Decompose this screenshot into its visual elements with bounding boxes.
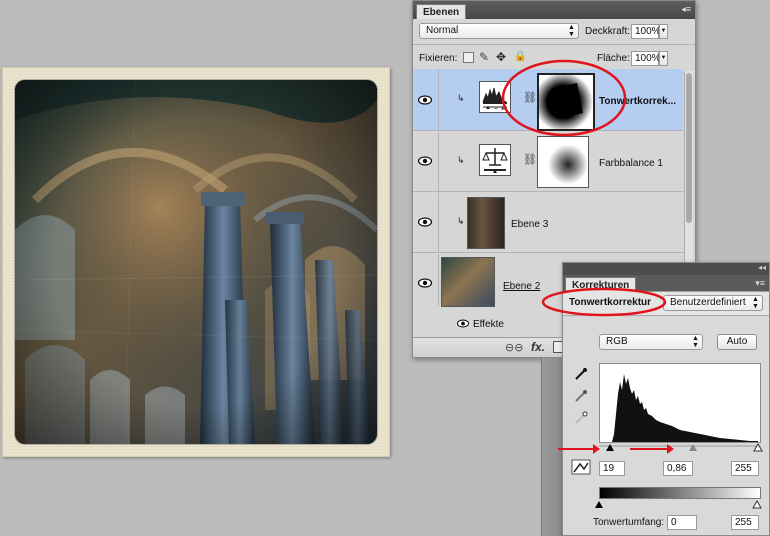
layer-thumbnail-texture[interactable] xyxy=(467,197,505,249)
mask-thumbnail[interactable] xyxy=(537,73,595,131)
layer-thumbnail-photo[interactable] xyxy=(441,257,495,307)
background-strip xyxy=(541,358,563,536)
eye-icon[interactable] xyxy=(418,95,432,105)
annotation-arrow-gamma xyxy=(630,444,674,454)
layer-name[interactable]: Farbbalance 1 xyxy=(599,158,663,169)
clip-arrow-icon: ↳ xyxy=(457,155,465,165)
layer-name[interactable]: Tonwertkorrek... xyxy=(599,96,676,107)
tab-ebenen[interactable]: Ebenen xyxy=(416,4,467,19)
effects-eye-icon[interactable] xyxy=(457,319,469,328)
collapse-icon[interactable]: ◂◂ xyxy=(758,263,766,273)
opacity-field[interactable]: 100% ▼ xyxy=(631,24,668,39)
layer-name[interactable]: Ebene 3 xyxy=(511,219,548,230)
white-eyedropper-icon[interactable] xyxy=(574,411,588,425)
blend-mode-value: Normal xyxy=(426,25,459,36)
lock-brush-icon[interactable]: ✎ xyxy=(479,50,489,64)
visibility-cell[interactable] xyxy=(413,254,439,306)
channel-value: RGB xyxy=(606,336,628,347)
preset-select[interactable]: Benutzerdefiniert ▲ ▼ xyxy=(663,295,763,311)
eye-icon[interactable] xyxy=(418,278,432,288)
panel-menu-icon[interactable]: ▾≡ xyxy=(755,278,765,289)
output-white-field[interactable]: 255 xyxy=(731,515,759,530)
cathedral-photo[interactable] xyxy=(15,80,377,444)
clipping-preview-icon[interactable] xyxy=(571,459,591,475)
fill-field[interactable]: 100% ▼ xyxy=(631,51,668,66)
input-black-field[interactable]: 19 xyxy=(599,461,625,476)
select-arrows-icon: ▲ ▼ xyxy=(692,335,699,349)
fill-value: 100% xyxy=(635,53,661,64)
corrections-tab-bar: Korrekturen ▾≡ xyxy=(563,275,769,292)
histogram xyxy=(599,363,761,443)
select-arrows-icon: ▲ ▼ xyxy=(752,296,759,310)
opacity-value: 100% xyxy=(635,26,661,37)
annotation-arrow-black-point xyxy=(558,444,600,454)
link-chain-icon[interactable]: ⛓ xyxy=(523,153,537,166)
black-eyedropper-icon[interactable] xyxy=(574,367,588,381)
fill-dropdown-icon[interactable]: ▼ xyxy=(659,51,668,66)
opacity-label: Deckkraft: xyxy=(585,26,631,37)
cathedral-image xyxy=(15,80,377,444)
output-black-handle xyxy=(595,501,603,508)
layer-row-tonwertkorrektur[interactable]: ↳ ⛓ Tonwertkorrek... xyxy=(413,69,683,131)
channel-select[interactable]: RGB ▲ ▼ xyxy=(599,334,703,350)
lock-label: Fixieren: xyxy=(419,53,458,64)
preset-value: Benutzerdefiniert xyxy=(670,297,746,308)
eye-icon[interactable] xyxy=(418,156,432,166)
color-balance-icon xyxy=(479,144,511,176)
layer-name[interactable]: Ebene 2 xyxy=(503,281,540,292)
blend-mode-select[interactable]: Normal ▲ ▼ xyxy=(419,23,579,39)
gray-eyedropper-icon[interactable] xyxy=(574,389,588,403)
corrections-body: RGB ▲ ▼ Auto 19 0,86 255 Tonwertumfang: … xyxy=(563,317,769,535)
gamma-handle xyxy=(689,444,697,451)
scrollbar-thumb[interactable] xyxy=(686,73,692,223)
white-point-handle xyxy=(753,442,763,452)
adjustment-title: Tonwertkorrektur xyxy=(569,297,652,308)
photo-card xyxy=(2,67,390,457)
visibility-cell[interactable] xyxy=(413,132,439,191)
layers-panel-header: Ebenen ◂≡ xyxy=(413,1,695,19)
mask-thumbnail[interactable] xyxy=(537,136,589,188)
opacity-dropdown-icon[interactable]: ▼ xyxy=(659,24,668,39)
eye-icon[interactable] xyxy=(418,217,432,227)
tab-korrekturen[interactable]: Korrekturen xyxy=(565,277,637,292)
output-black-field[interactable]: 0 xyxy=(667,515,697,530)
select-arrows-icon: ▲ ▼ xyxy=(568,24,575,38)
effects-label[interactable]: Effekte xyxy=(473,319,504,330)
auto-button[interactable]: Auto xyxy=(717,334,757,350)
layer-row-farbbalance[interactable]: ↳ ⛓ Farbbalance 1 xyxy=(413,132,683,192)
visibility-cell[interactable] xyxy=(413,193,439,252)
output-white-handle xyxy=(752,500,762,509)
visibility-cell[interactable] xyxy=(413,69,439,130)
output-gradient-bar xyxy=(599,487,761,499)
input-white-field[interactable]: 255 xyxy=(731,461,759,476)
black-point-handle xyxy=(606,444,614,451)
lock-all-icon[interactable]: 🔒 xyxy=(514,51,526,62)
fx-icon[interactable]: fx. xyxy=(531,340,545,354)
clip-arrow-icon: ↳ xyxy=(457,216,465,226)
divider xyxy=(413,44,695,45)
histogram-graph xyxy=(612,374,758,442)
link-layers-icon[interactable]: ⊖⊖ xyxy=(505,341,523,354)
lock-move-icon[interactable]: ✥ xyxy=(496,50,506,64)
layer-row-ebene-3[interactable]: ↳ Ebene 3 xyxy=(413,193,683,253)
link-chain-icon[interactable]: ⛓ xyxy=(523,91,537,104)
input-gamma-field[interactable]: 0,86 xyxy=(663,461,693,476)
fill-label: Fläche: xyxy=(597,53,630,64)
corrections-panel: ◂◂ Korrekturen ▾≡ Tonwertkorrektur Benut… xyxy=(562,262,770,536)
input-levels-slider[interactable] xyxy=(597,442,763,452)
panel-menu-icon[interactable]: ◂≡ xyxy=(681,5,691,14)
levels-adjustment-icon xyxy=(479,81,511,113)
corrections-panel-header: ◂◂ xyxy=(563,263,769,275)
output-levels-slider[interactable] xyxy=(593,500,765,509)
adjustment-header: Tonwertkorrektur Benutzerdefiniert ▲ ▼ xyxy=(563,292,769,316)
lock-transparency-icon[interactable] xyxy=(463,52,474,63)
clip-arrow-icon: ↳ xyxy=(457,93,465,103)
output-label: Tonwertumfang: xyxy=(593,517,665,528)
